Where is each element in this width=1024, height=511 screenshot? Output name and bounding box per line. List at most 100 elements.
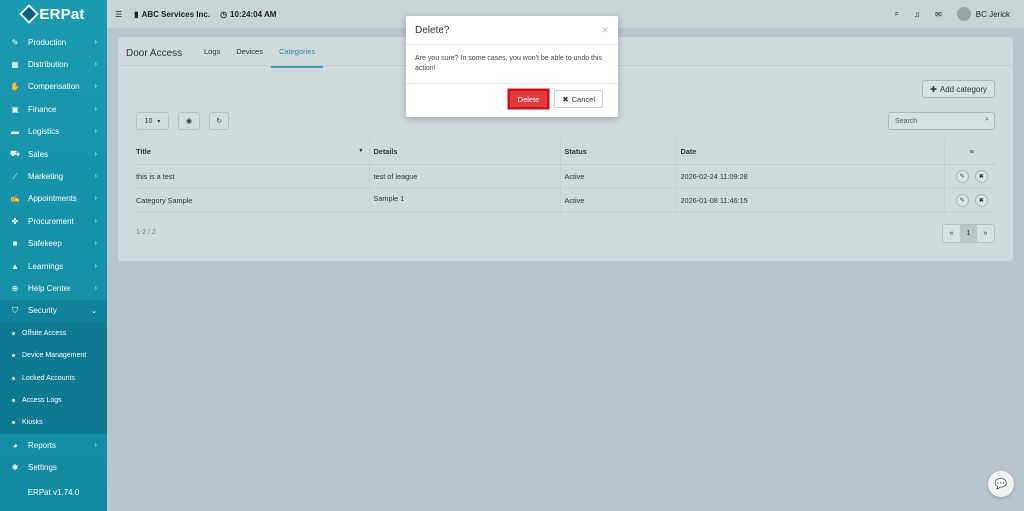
cell-actions: ✎ ✖ — [943, 164, 995, 189]
close-icon[interactable]: ✖ — [974, 193, 988, 207]
chevron-right-icon: › — [94, 173, 97, 181]
sidebar-subitem-device-management[interactable]: Device Management — [0, 344, 107, 367]
lifebuoy-icon: ⊕ — [11, 283, 19, 293]
cell-date: 2026-02-24 11:09:28 — [675, 164, 944, 189]
sidebar-item-procurement[interactable]: ✤ Procurement › — [0, 210, 107, 232]
bullet-icon — [12, 376, 15, 380]
app-logo[interactable]: ERPat — [0, 0, 107, 28]
chevron-down-icon: ⌄ — [91, 307, 97, 315]
chevron-right-icon: › — [94, 105, 97, 113]
cancel-button[interactable]: ✖ Cancel — [554, 90, 603, 108]
caret-down-icon: ▾ — [157, 118, 161, 125]
sidebar: ERPat ✎ Production › ▦ Distribution › ✋ Compe… — [0, 0, 107, 511]
chat-button[interactable]: 💬 — [988, 471, 1014, 497]
cell-title: this is a test — [136, 164, 369, 189]
modal-title: Delete? — [415, 24, 450, 36]
list-icon: ≡ — [969, 146, 974, 156]
sidebar-item-appointments[interactable]: ✍ Appointments › — [0, 188, 107, 210]
wrench-icon: ✱ — [11, 463, 19, 473]
company-selector[interactable]: ▮ ABC Services Inc. — [134, 10, 210, 19]
pagination-prev[interactable]: « — [943, 225, 960, 242]
table-tools: 10 ▾ ◉ ↻ — [136, 112, 229, 130]
refresh-icon: ↻ — [216, 118, 222, 125]
edit-icon: ✍ — [10, 194, 20, 204]
bell-icon[interactable]: ♫ — [914, 10, 920, 19]
cell-actions: ✎ ✖ — [943, 188, 995, 213]
chevron-right-icon: › — [94, 217, 97, 225]
sidebar-nav: ✎ Production › ▦ Distribution › ✋ Compensatio… — [0, 31, 107, 479]
pagination-next[interactable]: » — [977, 225, 994, 242]
pagination-info: 1-2 / 2 — [136, 229, 156, 236]
hand-coin-icon: ✋ — [10, 82, 20, 92]
logo-mark-icon — [19, 4, 40, 24]
sidebar-item-settings[interactable]: ✱ Settings — [0, 456, 107, 478]
clock: ◷ 10:24:04 AM — [220, 9, 277, 19]
chevron-right-icon: › — [94, 38, 97, 46]
cell-details: test of league — [368, 164, 560, 189]
delete-button[interactable]: Delete — [506, 88, 551, 110]
sidebar-subitem-locked-accounts[interactable]: Locked Accounts — [0, 366, 107, 390]
chevron-right-icon: › — [94, 262, 97, 270]
close-icon[interactable]: ✕ — [601, 25, 609, 36]
sort-desc-icon: ▾ — [359, 147, 363, 154]
sidebar-item-logistics[interactable]: ▬ Logistics › — [0, 121, 107, 143]
menu-toggle-icon[interactable]: ☰ — [115, 10, 122, 19]
search-icon[interactable]: ⌕ — [895, 9, 899, 19]
sidebar-subitem-offsite-access[interactable]: Offsite Access — [0, 322, 107, 345]
sidebar-item-learnings[interactable]: ▲ Learnings › — [0, 255, 107, 277]
sidebar-item-reports[interactable]: ◕ Reports › — [0, 434, 107, 456]
sidebar-item-security[interactable]: ⛉ Security ⌄ — [0, 299, 107, 323]
search-icon: ⌕ — [985, 116, 989, 123]
edit-icon[interactable]: ✎ — [955, 193, 969, 207]
chevron-right-icon: › — [94, 83, 97, 91]
avatar — [956, 7, 971, 21]
sidebar-item-marketing[interactable]: ⟋ Marketing › — [0, 165, 107, 187]
column-visibility-button[interactable]: ◉ — [178, 112, 200, 130]
sidebar-subitem-access-logs[interactable]: Access Logs — [0, 389, 107, 412]
sidebar-item-safekeep[interactable]: ■ Safekeep › — [0, 233, 107, 255]
pie-icon: ◕ — [12, 440, 18, 450]
chevron-right-icon: › — [94, 61, 97, 69]
cell-status: Active — [559, 188, 676, 213]
sidebar-item-compensation[interactable]: ✋ Compensation › — [0, 76, 107, 98]
sidebar-item-finance[interactable]: ▣ Finance › — [0, 98, 107, 120]
modal-body: Are you sure? In some cases, you won't b… — [406, 45, 618, 84]
column-header-date[interactable]: Date — [675, 139, 944, 165]
cell-status: Active — [559, 164, 676, 189]
delete-confirm-modal: Delete? ✕ Are you sure? In some cases, y… — [406, 16, 618, 117]
close-icon[interactable]: ✖ — [974, 169, 988, 183]
truck-icon: ▬ — [11, 127, 19, 137]
chart-icon: ⟋ — [12, 171, 18, 181]
sidebar-item-help-center[interactable]: ⊕ Help Center › — [0, 277, 107, 299]
pagination-page-1[interactable]: 1 — [960, 225, 977, 242]
chevron-right-icon: › — [94, 240, 97, 248]
sidebar-subitem-kiosks[interactable]: Kiosks — [0, 411, 107, 435]
chevron-right-icon: › — [94, 195, 97, 203]
sidebar-item-sales[interactable]: ⛟ Sales › — [0, 143, 107, 165]
shield-icon: ⛉ — [12, 305, 18, 315]
column-header-actions[interactable]: ≡ — [943, 139, 995, 165]
bullet-icon — [12, 331, 15, 335]
handshake-icon: ✤ — [11, 216, 19, 226]
column-header-title[interactable]: Title ▾ — [136, 139, 369, 165]
cell-date: 2026-01-08 11:46:15 — [675, 188, 944, 213]
warehouse-icon: ▦ — [11, 60, 19, 70]
pen-icon: ✎ — [11, 37, 19, 47]
add-category-button[interactable]: ✚ Add category — [922, 80, 995, 98]
search-input[interactable]: Search ⌕ — [888, 112, 995, 130]
page-size-select[interactable]: 10 ▾ — [136, 112, 169, 130]
categories-table: Title ▾ Details Status Date ≡ this is a t… — [136, 139, 995, 213]
column-header-details[interactable]: Details — [368, 139, 560, 165]
chevron-right-icon: › — [94, 441, 97, 449]
mail-icon[interactable]: ✉ — [935, 10, 942, 19]
bullet-icon — [12, 354, 15, 358]
refresh-button[interactable]: ↻ — [209, 112, 229, 130]
user-menu[interactable]: BC Jerick — [956, 7, 1010, 21]
sidebar-item-production[interactable]: ✎ Production › — [0, 31, 107, 53]
column-header-status[interactable]: Status — [559, 139, 676, 165]
app-version: ERPat v1.74.0 — [27, 488, 80, 497]
sidebar-item-distribution[interactable]: ▦ Distribution › — [0, 53, 107, 75]
eye-slash-icon: ◉ — [185, 118, 193, 125]
box-icon: ■ — [12, 239, 18, 249]
edit-icon[interactable]: ✎ — [955, 169, 969, 183]
